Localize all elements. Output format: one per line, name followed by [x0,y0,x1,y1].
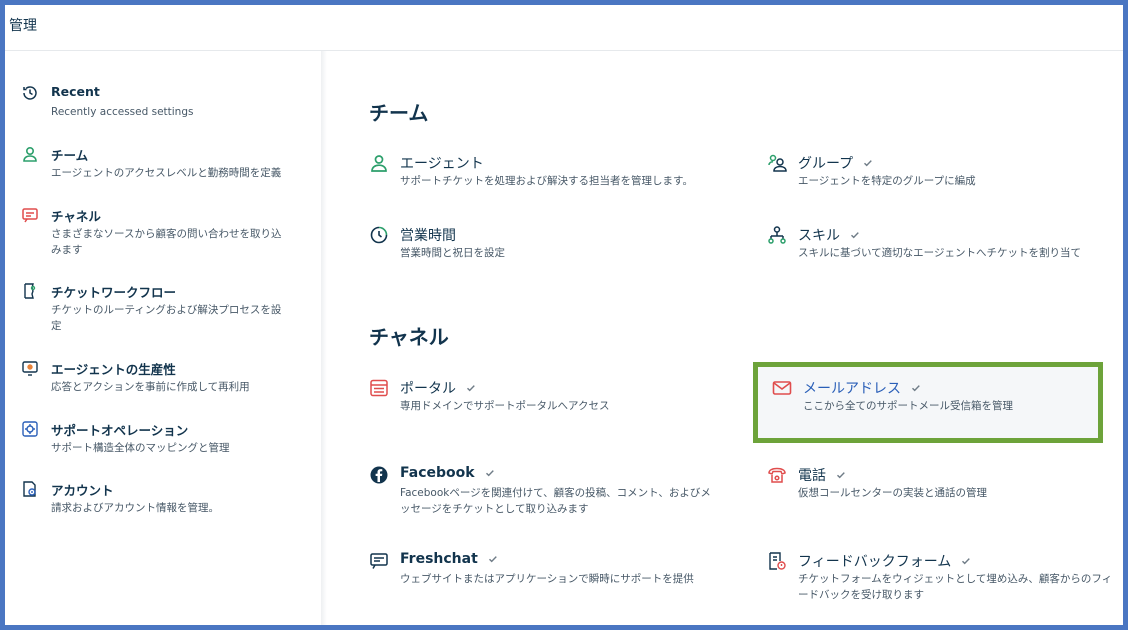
account-icon [21,480,39,498]
card-desc: ウェブサイトまたはアプリケーションで瞬時にサポートを提供 [400,573,694,585]
chat-icon [369,551,389,571]
skill-icon [767,225,787,245]
card-title-text: フィードバックフォーム [798,554,952,570]
card-title-text: メールアドレス [803,381,901,397]
check-icon [959,554,973,568]
card-title-text: エージェント [400,156,484,172]
card-desc: ここから全てのサポートメール受信箱を管理 [803,400,1013,412]
check-icon [464,381,478,395]
sidebar-item-title: Recent [51,84,100,99]
channel-icon [21,206,39,224]
check-icon [848,228,862,242]
feedback-form-icon [767,551,787,571]
sidebar-item-title: チケットワークフロー [51,285,177,300]
section-title-team: チーム [369,101,429,125]
card-title-text: ポータル [400,381,456,397]
card-desc: チケットフォームをウィジェットとして埋め込み、顧客からのフィードバックを受け取り… [798,573,1113,601]
sidebar-item-title: アカウント [51,483,114,498]
sidebar-item-desc: 応答とアクションを事前に作成して再利用 [51,381,250,393]
top-bar: 管理 [5,5,1123,51]
card-title-text: Facebook [400,465,475,481]
sidebar: Recent Recently accessed settings チーム エー… [5,51,321,625]
clock-icon [21,84,39,102]
card-title-text: グループ [798,156,854,172]
check-icon [483,466,497,480]
person-icon [369,153,389,173]
card-desc: 仮想コールセンターの実装と通話の管理 [798,487,987,499]
card-title: フィードバックフォーム [798,551,973,571]
portal-icon [369,378,389,398]
card-title: エージェント [400,153,484,173]
sidebar-item-desc: Recently accessed settings [51,106,194,118]
card-desc: エージェントを特定のグループに編成 [798,175,976,187]
productivity-icon [21,359,39,377]
phone-icon [767,465,787,485]
page-title: 管理 [9,18,37,34]
card-title: メールアドレス [803,378,923,398]
card-title: ポータル [400,378,478,398]
section-title-channel: チャネル [369,325,449,349]
card-title: Facebook [400,465,497,481]
card-desc: 営業時間と祝日を設定 [400,247,505,259]
mail-icon [772,378,792,398]
app-frame: 管理 Recent Recently accessed settings チーム… [5,5,1123,625]
check-icon [861,156,875,170]
group-icon [767,153,787,173]
card-title: 電話 [798,465,848,485]
check-icon [834,468,848,482]
card-title-text: 電話 [798,468,826,484]
card-desc: Facebookページを関連付けて、顧客の投稿、コメント、およびメッセージをチケ… [400,487,711,515]
sidebar-item-title: チャネル [51,209,101,224]
sidebar-item-desc: エージェントのアクセスレベルと勤務時間を定義 [51,167,282,179]
check-icon [909,381,923,395]
operations-icon [21,420,39,438]
sidebar-item-desc: さまざまなソースから顧客の問い合わせを取り込みます [51,228,282,256]
main-content: チーム エージェント サポートチケットを処理および解決する担当者を管理します。 … [327,51,1123,625]
check-icon [486,552,500,566]
sidebar-item-title: チーム [51,148,89,163]
sidebar-item-desc: 請求およびアカウント情報を管理。 [51,502,219,514]
facebook-icon [369,465,389,485]
card-desc: スキルに基づいて適切なエージェントへチケットを割り当て [798,247,1081,259]
card-title: Freshchat [400,551,500,567]
card-title-text: 営業時間 [400,228,456,244]
card-title-text: スキル [798,228,840,244]
sidebar-item-desc: チケットのルーティングおよび解決プロセスを設定 [51,304,282,332]
sidebar-item-title: エージェントの生産性 [51,362,176,377]
sidebar-item-desc: サポート構造全体のマッピングと管理 [51,442,230,454]
workflow-icon [21,282,39,300]
card-title: 営業時間 [400,225,456,245]
card-title-text: Freshchat [400,551,478,567]
card-title: スキル [798,225,862,245]
card-desc: 専用ドメインでサポートポータルへアクセス [400,400,610,412]
card-title: グループ [798,153,875,173]
person-icon [21,145,39,163]
card-desc: サポートチケットを処理および解決する担当者を管理します。 [400,175,693,187]
clock-icon [369,225,389,245]
sidebar-item-title: サポートオペレーション [51,423,189,438]
